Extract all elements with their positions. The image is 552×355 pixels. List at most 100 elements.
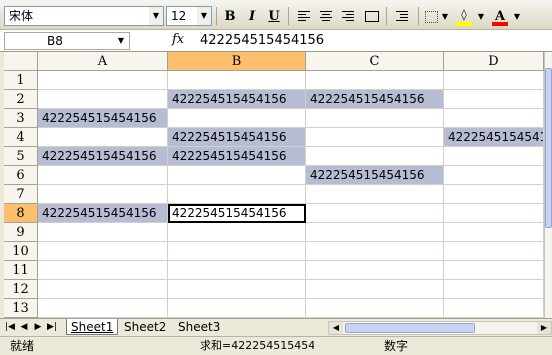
cell-c4[interactable] <box>306 128 444 147</box>
horizontal-scroll-thumb[interactable] <box>345 323 475 333</box>
cell-a7[interactable] <box>38 185 168 204</box>
chevron-down-icon[interactable]: ▼ <box>149 7 163 25</box>
scroll-left-icon[interactable]: ◀ <box>329 322 343 334</box>
chevron-down-icon[interactable]: ▼ <box>197 7 211 25</box>
cell-a5[interactable]: 422254515454156 <box>38 147 168 166</box>
fx-icon[interactable]: fx <box>172 32 184 47</box>
cell-d1[interactable] <box>444 71 544 90</box>
merge-center-button[interactable] <box>362 7 382 26</box>
row-header-12[interactable]: 12 <box>4 280 38 299</box>
row-header-13[interactable]: 13 <box>4 299 38 318</box>
cell-c2[interactable]: 422254515454156 <box>306 90 444 109</box>
column-header-a[interactable]: A <box>38 52 168 71</box>
vertical-scroll-thumb[interactable] <box>545 68 552 228</box>
cell-d10[interactable] <box>444 242 544 261</box>
borders-button[interactable] <box>422 7 442 26</box>
cell-c7[interactable] <box>306 185 444 204</box>
font-size-select[interactable]: 12 ▼ <box>166 6 212 26</box>
cell-a9[interactable] <box>38 223 168 242</box>
cell-c10[interactable] <box>306 242 444 261</box>
cell-d7[interactable] <box>444 185 544 204</box>
scroll-right-icon[interactable]: ▶ <box>537 322 551 334</box>
row-header-8[interactable]: 8 <box>4 204 38 223</box>
cell-d9[interactable] <box>444 223 544 242</box>
chevron-down-icon[interactable]: ▼ <box>512 7 522 26</box>
row-header-9[interactable]: 9 <box>4 223 38 242</box>
italic-button[interactable]: I <box>242 7 262 26</box>
font-color-button[interactable]: A <box>490 7 510 26</box>
cell-b5[interactable]: 422254515454156 <box>168 147 306 166</box>
prev-sheet-icon[interactable]: ◀ <box>18 320 30 334</box>
cell-c8[interactable] <box>306 204 444 223</box>
cell-d12[interactable] <box>444 280 544 299</box>
column-header-b[interactable]: B <box>168 52 306 71</box>
cell-b7[interactable] <box>168 185 306 204</box>
cell-c6[interactable]: 422254515454156 <box>306 166 444 185</box>
cell-c13[interactable] <box>306 299 444 318</box>
cell-c11[interactable] <box>306 261 444 280</box>
cell-c5[interactable] <box>306 147 444 166</box>
name-box[interactable]: B8 ▼ <box>4 32 130 50</box>
cell-a3[interactable]: 422254515454156 <box>38 109 168 128</box>
indent-button[interactable] <box>392 7 412 26</box>
horizontal-scrollbar[interactable]: ◀ ▶ <box>328 321 552 335</box>
cell-b6[interactable] <box>168 166 306 185</box>
row-header-6[interactable]: 6 <box>4 166 38 185</box>
row-header-11[interactable]: 11 <box>4 261 38 280</box>
cell-a2[interactable] <box>38 90 168 109</box>
row-header-10[interactable]: 10 <box>4 242 38 261</box>
formula-input[interactable]: 422254515454156 <box>200 33 324 48</box>
cell-c9[interactable] <box>306 223 444 242</box>
cell-b8[interactable]: 422254515454156 <box>168 204 306 223</box>
align-left-button[interactable] <box>294 7 314 26</box>
cell-a6[interactable] <box>38 166 168 185</box>
row-header-1[interactable]: 1 <box>4 71 38 90</box>
column-header-d[interactable]: D <box>444 52 544 71</box>
vertical-scrollbar[interactable] <box>544 52 552 318</box>
cell-b12[interactable] <box>168 280 306 299</box>
font-name-select[interactable]: 宋体 ▼ <box>4 6 164 26</box>
cell-b9[interactable] <box>168 223 306 242</box>
cell-d6[interactable] <box>444 166 544 185</box>
fill-color-button[interactable]: ◊ <box>454 7 474 26</box>
chevron-down-icon[interactable]: ▼ <box>476 7 486 26</box>
cell-c3[interactable] <box>306 109 444 128</box>
cell-d2[interactable] <box>444 90 544 109</box>
cell-c1[interactable] <box>306 71 444 90</box>
spreadsheet-grid[interactable]: A B C D 1 2 422254515454156 422254515454156 3 422… <box>4 52 544 318</box>
cell-d11[interactable] <box>444 261 544 280</box>
cell-a13[interactable] <box>38 299 168 318</box>
last-sheet-icon[interactable]: ▶| <box>46 320 58 334</box>
cell-d4[interactable]: 422254515454156 <box>444 128 544 147</box>
cell-a4[interactable] <box>38 128 168 147</box>
chevron-down-icon[interactable]: ▼ <box>440 7 450 26</box>
cell-a8[interactable]: 422254515454156 <box>38 204 168 223</box>
cell-b13[interactable] <box>168 299 306 318</box>
cell-d8[interactable] <box>444 204 544 223</box>
bold-button[interactable]: B <box>220 7 240 26</box>
cell-a10[interactable] <box>38 242 168 261</box>
cell-d5[interactable] <box>444 147 544 166</box>
underline-button[interactable]: U <box>264 7 284 26</box>
column-header-c[interactable]: C <box>306 52 444 71</box>
cell-a1[interactable] <box>38 71 168 90</box>
cell-a11[interactable] <box>38 261 168 280</box>
row-header-3[interactable]: 3 <box>4 109 38 128</box>
cell-c12[interactable] <box>306 280 444 299</box>
sheet-tab-2[interactable]: Sheet2 <box>120 319 170 335</box>
chevron-down-icon[interactable]: ▼ <box>115 33 127 49</box>
cell-d3[interactable] <box>444 109 544 128</box>
select-all-corner[interactable] <box>4 52 38 71</box>
row-header-7[interactable]: 7 <box>4 185 38 204</box>
sheet-tab-3[interactable]: Sheet3 <box>174 319 224 335</box>
align-right-button[interactable] <box>338 7 358 26</box>
cell-b4[interactable]: 422254515454156 <box>168 128 306 147</box>
align-center-button[interactable] <box>316 7 336 26</box>
cell-d13[interactable] <box>444 299 544 318</box>
cell-b11[interactable] <box>168 261 306 280</box>
row-header-5[interactable]: 5 <box>4 147 38 166</box>
cell-b10[interactable] <box>168 242 306 261</box>
row-header-2[interactable]: 2 <box>4 90 38 109</box>
first-sheet-icon[interactable]: |◀ <box>4 320 16 334</box>
sheet-tab-1[interactable]: Sheet1 <box>66 319 119 335</box>
